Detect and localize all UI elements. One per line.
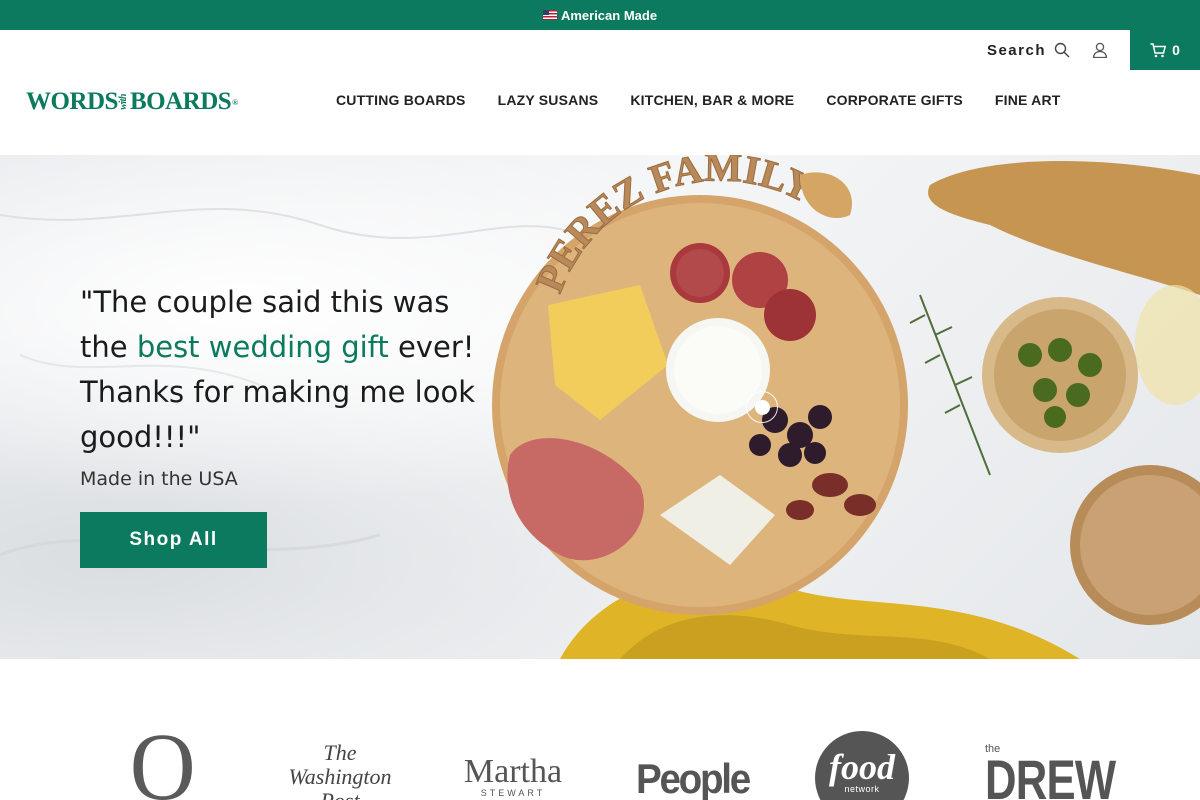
wapo-line1: The bbox=[323, 740, 357, 765]
logo-text-boards: BOARDS bbox=[129, 88, 232, 115]
utility-bar: Search 0 bbox=[987, 30, 1200, 70]
nav-cutting-boards[interactable]: CUTTING BOARDS bbox=[320, 92, 482, 108]
food-text: food bbox=[829, 747, 895, 787]
announcement-bar: American Made bbox=[0, 0, 1200, 30]
cart-count: 0 bbox=[1172, 42, 1180, 58]
press-logos: O The Washington Post Martha STEWART Peo… bbox=[0, 659, 1200, 800]
drew-barrymore-logo: the DREW bbox=[985, 743, 1152, 800]
slide-indicator[interactable] bbox=[746, 391, 778, 423]
people-logo: People bbox=[636, 755, 751, 800]
cart-button[interactable]: 0 bbox=[1130, 30, 1200, 70]
search-button[interactable]: Search bbox=[987, 42, 1070, 59]
us-flag-icon bbox=[542, 10, 557, 20]
martha-stewart-logo: Martha STEWART bbox=[462, 755, 564, 799]
site-header: Search 0 WORDS with BOARDS ® CUTTING BOA… bbox=[0, 30, 1200, 155]
logo-text-with: with bbox=[117, 94, 129, 110]
quote-highlight: best wedding gift bbox=[136, 330, 389, 364]
account-button[interactable] bbox=[1092, 42, 1108, 58]
site-logo[interactable]: WORDS with BOARDS ® bbox=[26, 88, 238, 116]
logo-registered-mark: ® bbox=[232, 97, 238, 107]
hero-quote: "The couple said this was the best weddi… bbox=[80, 280, 500, 460]
oprah-logo: O bbox=[129, 713, 196, 800]
washington-post-logo: The Washington Post bbox=[288, 741, 392, 800]
shop-all-button[interactable]: Shop All bbox=[80, 512, 267, 568]
nav-lazy-susans[interactable]: LAZY SUSANS bbox=[482, 92, 615, 108]
hero-text: "The couple said this was the best weddi… bbox=[80, 280, 500, 568]
wapo-line2: Washington bbox=[288, 764, 392, 789]
martha-name: Martha bbox=[463, 753, 563, 790]
announcement-text: American Made bbox=[560, 7, 658, 23]
search-icon bbox=[1054, 42, 1070, 58]
user-icon bbox=[1092, 42, 1108, 58]
cart-icon bbox=[1150, 42, 1167, 57]
logo-text-words: WORDS bbox=[26, 88, 118, 115]
search-label: Search bbox=[986, 41, 1046, 59]
food-network-logo: food network bbox=[815, 731, 909, 800]
nav-kitchen-bar-more[interactable]: KITCHEN, BAR & MORE bbox=[614, 92, 810, 108]
wapo-line3: Post bbox=[288, 789, 392, 800]
network-text: network bbox=[844, 784, 880, 794]
main-nav: CUTTING BOARDS LAZY SUSANS KITCHEN, BAR … bbox=[320, 92, 1077, 108]
nav-corporate-gifts[interactable]: CORPORATE GIFTS bbox=[810, 92, 979, 108]
drew-name: DREW bbox=[985, 748, 1116, 800]
hero-subtitle: Made in the USA bbox=[80, 468, 238, 490]
nav-fine-art[interactable]: FINE ART bbox=[979, 92, 1077, 108]
hero-banner: PEREZ FAMILY "The couple said this was t… bbox=[0, 155, 1200, 659]
